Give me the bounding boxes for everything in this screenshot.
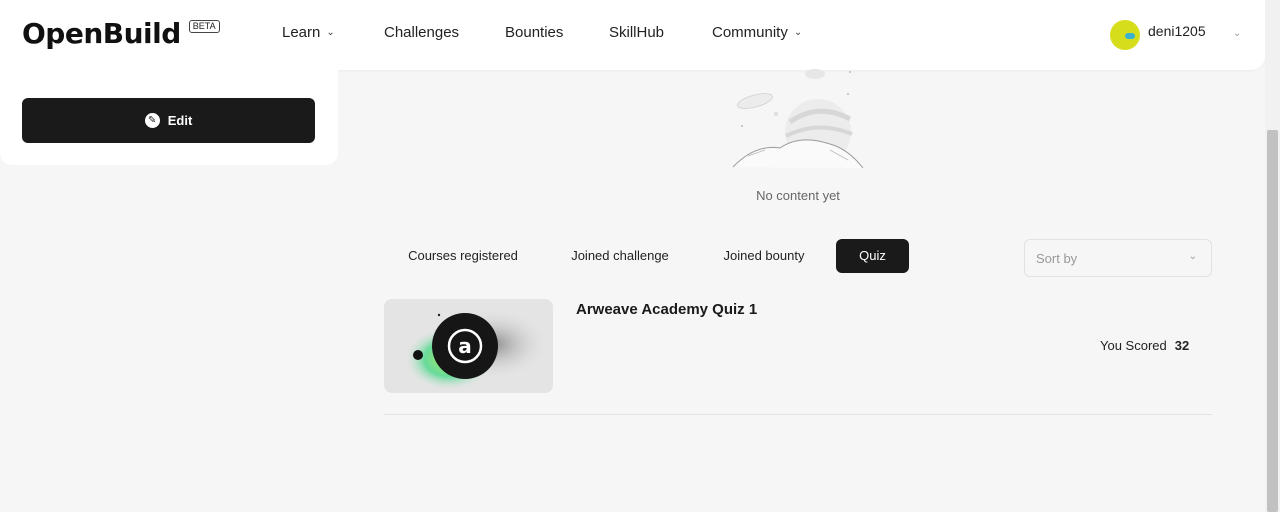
quiz-score: You Scored 32: [1100, 338, 1189, 353]
page-scrollbar[interactable]: [1265, 0, 1280, 512]
user-menu-chevron-icon[interactable]: ⌄: [1233, 28, 1241, 39]
nav-community[interactable]: Community ⌄: [712, 24, 802, 41]
empty-state-text: No content yet: [756, 188, 840, 203]
edit-profile-button[interactable]: ✎ Edit: [22, 98, 315, 143]
arweave-logo-icon: a: [404, 308, 549, 391]
nav-community-label: Community: [712, 24, 788, 41]
score-label: You Scored: [1100, 338, 1167, 353]
quiz-title[interactable]: Arweave Academy Quiz 1: [576, 301, 757, 318]
edit-button-label: Edit: [167, 113, 193, 128]
row-divider: [384, 414, 1212, 415]
nav-skillhub[interactable]: SkillHub: [609, 24, 664, 41]
beta-badge: BETA: [188, 20, 220, 33]
nav-bounties[interactable]: Bounties: [505, 24, 563, 41]
openbuild-logo[interactable]: OpenBuild BETA: [22, 16, 220, 52]
nav-skillhub-label: SkillHub: [609, 24, 665, 41]
nav-bounties-label: Bounties: [505, 24, 564, 41]
avatar[interactable]: [1110, 20, 1140, 50]
nav-challenges[interactable]: Challenges: [384, 24, 459, 41]
chevron-down-icon: ⌄: [1188, 251, 1197, 262]
tab-joined-bounty[interactable]: Joined bounty: [714, 239, 814, 273]
nav-learn[interactable]: Learn ⌄: [282, 24, 335, 41]
sort-by-select[interactable]: Sort by ⌄: [1024, 239, 1212, 277]
chevron-down-icon: ⌄: [326, 27, 335, 38]
sort-by-placeholder: Sort by: [1036, 251, 1078, 266]
scrollbar-thumb[interactable]: [1267, 130, 1278, 512]
profile-panel: ✎ Edit: [0, 60, 338, 165]
nav-challenges-label: Challenges: [384, 24, 460, 41]
quiz-thumbnail[interactable]: a: [384, 299, 553, 393]
empty-state-illustration: [732, 69, 864, 169]
tab-joined-challenge[interactable]: Joined challenge: [562, 239, 678, 273]
chevron-down-icon: ⌄: [793, 27, 803, 38]
user-menu[interactable]: deni1205: [1110, 20, 1206, 50]
svg-text:a: a: [458, 334, 472, 358]
username: deni1205: [1148, 23, 1206, 39]
tab-courses-registered[interactable]: Courses registered: [397, 239, 529, 273]
tab-quiz[interactable]: Quiz: [836, 239, 909, 273]
nav-learn-label: Learn: [282, 24, 321, 41]
edit-icon: ✎: [144, 113, 160, 128]
score-value: 32: [1174, 338, 1190, 353]
logo-text: OpenBuild: [22, 17, 181, 50]
